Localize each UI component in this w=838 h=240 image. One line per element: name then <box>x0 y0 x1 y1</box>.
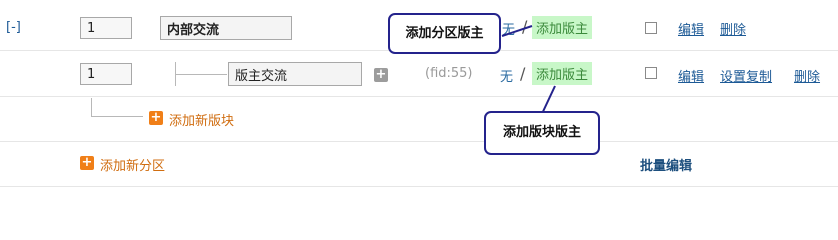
callout-add-board-moderator: 添加版块版主 <box>484 111 600 155</box>
callout-add-section-moderator: 添加分区版主 <box>388 13 501 54</box>
